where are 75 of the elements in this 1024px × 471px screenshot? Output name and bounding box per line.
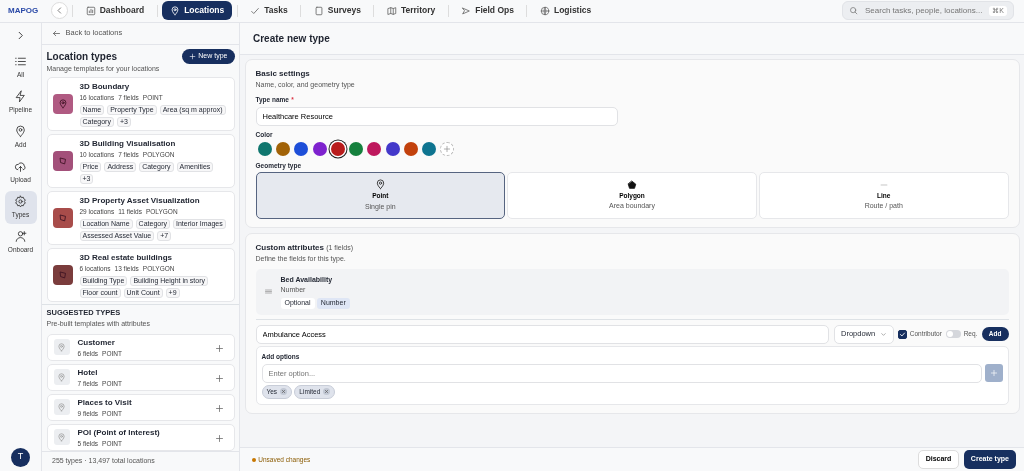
- toggle-switch[interactable]: [946, 330, 962, 339]
- add-color-button[interactable]: [440, 142, 455, 157]
- type-name: 3D Building Visualisation: [79, 137, 177, 150]
- pin-icon: [14, 124, 27, 138]
- nav-tab[interactable]: Logistics: [531, 1, 600, 21]
- panel-title: Location types: [46, 50, 119, 65]
- logo: MAPOG: [8, 4, 39, 17]
- plus-icon: [214, 433, 224, 443]
- suggested-type-name: Customer: [77, 336, 116, 349]
- pentagon-icon: [627, 179, 637, 190]
- caret-icon: [879, 330, 887, 338]
- check-icon: [250, 5, 261, 16]
- color-swatch[interactable]: [385, 142, 400, 157]
- remove-button[interactable]: [323, 388, 331, 396]
- color-swatch[interactable]: [349, 142, 363, 157]
- type-name: 3D Real estate buildings: [79, 251, 173, 264]
- type-name: 3D Property Asset Visualization: [79, 194, 201, 207]
- checkbox[interactable]: [898, 329, 908, 339]
- color-swatch[interactable]: [257, 142, 272, 157]
- close-icon: [324, 389, 330, 395]
- section-title: Custom attributes: [255, 241, 324, 254]
- lightning-icon: [14, 89, 27, 103]
- chart-icon: [85, 5, 96, 16]
- back-arrow-icon: [52, 28, 61, 38]
- plus-icon: [214, 373, 224, 383]
- color-swatch[interactable]: [276, 142, 290, 157]
- pin-icon: [170, 5, 181, 16]
- nav-tab[interactable]: Dashboard: [77, 1, 153, 21]
- section-title: Basic settings: [255, 68, 311, 81]
- plus-icon: [189, 52, 197, 60]
- upload-icon: [14, 159, 27, 173]
- map-icon: [386, 5, 397, 16]
- type-name: 3D Boundary: [79, 80, 131, 93]
- send-icon: [461, 5, 472, 16]
- settings-icon: [14, 194, 27, 208]
- avatar[interactable]: T: [11, 447, 30, 467]
- close-icon: [281, 389, 287, 395]
- polygon-icon: [57, 155, 68, 166]
- polygon-icon: [57, 212, 68, 223]
- chevron-left-icon: [54, 6, 64, 16]
- color-swatch[interactable]: [312, 142, 327, 157]
- pin-icon: [57, 98, 68, 109]
- page-title: Create new type: [253, 31, 330, 46]
- nav-tab[interactable]: Territory: [378, 1, 444, 21]
- color-swatch[interactable]: [294, 142, 309, 157]
- color-swatch[interactable]: [403, 142, 418, 157]
- clipboard-icon: [313, 5, 324, 16]
- plus-icon: [989, 369, 998, 378]
- plus-icon: [214, 343, 224, 353]
- add-person-icon: [14, 229, 27, 243]
- checkmark-icon: [899, 330, 907, 338]
- color-swatch[interactable]: [330, 142, 345, 157]
- suggested-type-name: Places to Visit: [77, 396, 133, 409]
- drag-handle-icon: [263, 287, 273, 297]
- nav-tab[interactable]: Locations: [162, 1, 233, 21]
- pin-icon: [57, 403, 66, 412]
- globe-icon: [539, 5, 550, 16]
- search-icon: [849, 6, 858, 16]
- plus-icon: [214, 403, 224, 413]
- plus-icon: [443, 145, 452, 154]
- polygon-icon: [57, 269, 68, 280]
- pin-icon: [57, 433, 66, 442]
- color-swatch[interactable]: [422, 142, 436, 157]
- pin-icon: [57, 343, 66, 352]
- nav-tab[interactable]: Field Ops: [453, 1, 522, 21]
- pin-icon: [374, 179, 386, 191]
- suggested-type-name: POI (Point of Interest): [77, 426, 161, 439]
- suggested-type-name: Hotel: [77, 366, 99, 379]
- search-input[interactable]: Search tasks, people, locations...: [863, 3, 985, 18]
- pin-icon: [57, 373, 66, 382]
- nav-tab[interactable]: Surveys: [305, 1, 369, 21]
- color-swatch[interactable]: [367, 142, 382, 157]
- status-dot-icon: [252, 457, 256, 462]
- remove-button[interactable]: [280, 388, 288, 396]
- nav-tab[interactable]: Tasks: [242, 1, 296, 21]
